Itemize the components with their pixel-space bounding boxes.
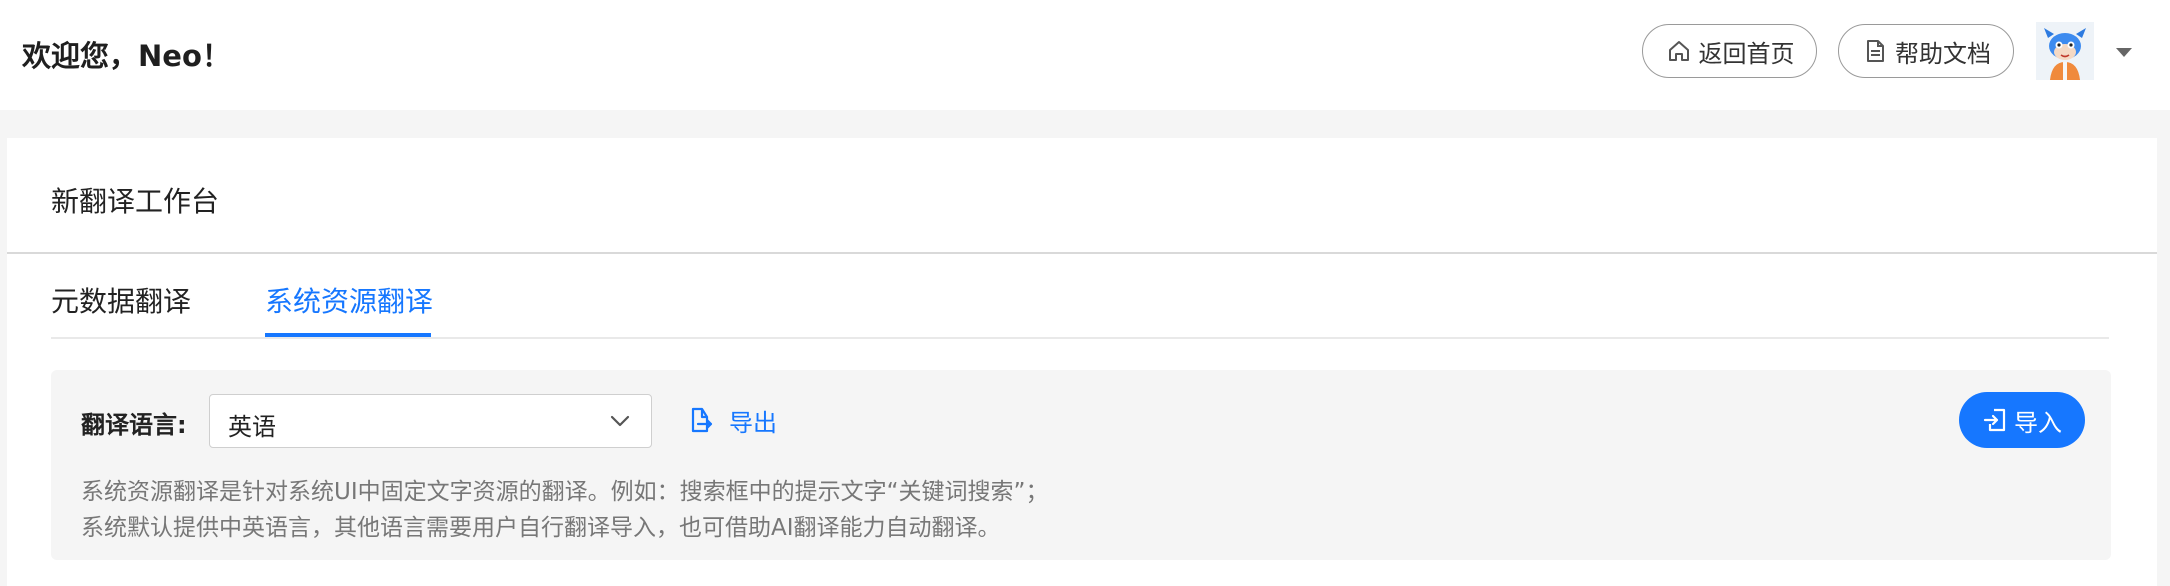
translation-workbench-card: 新翻译工作台 元数据翻译 系统资源翻译 翻译语言: 英语 导出 导入 系统资源翻… [7, 138, 2157, 586]
language-select-value: 英语 [228, 413, 276, 441]
chevron-down-icon [609, 413, 631, 429]
tab-metadata-translation[interactable]: 元数据翻译 [51, 280, 191, 320]
export-button-label: 导出 [729, 408, 777, 437]
active-tab-indicator [265, 333, 431, 337]
home-icon [1665, 37, 1693, 65]
export-button[interactable]: 导出 [685, 402, 777, 438]
tabs-divider [51, 337, 2109, 339]
avatar[interactable] [2036, 22, 2094, 80]
description-line-1: 系统资源翻译是针对系统UI中固定文字资源的翻译。例如：搜索框中的提示文字“关键词… [81, 479, 1049, 505]
page-title: 新翻译工作台 [51, 185, 220, 218]
home-button[interactable]: 返回首页 [1642, 24, 1817, 78]
welcome-message: 欢迎您，Neo！ [22, 39, 231, 73]
language-label: 翻译语言: [81, 411, 187, 439]
help-docs-button[interactable]: 帮助文档 [1838, 24, 2014, 78]
translation-settings-panel: 翻译语言: 英语 导出 导入 系统资源翻译是针对系统UI中固定文字资源的翻译。例… [51, 370, 2111, 560]
top-bar: 欢迎您，Neo！ 返回首页 帮助文档 [0, 0, 2170, 110]
home-button-label: 返回首页 [1698, 39, 1795, 68]
import-button-label: 导入 [2014, 408, 2062, 437]
title-divider [7, 252, 2157, 254]
description-line-2: 系统默认提供中英语言，其他语言需要用户自行翻译导入，也可借助AI翻译能力自动翻译… [81, 515, 1001, 541]
tab-system-resource-translation[interactable]: 系统资源翻译 [265, 280, 433, 320]
language-select[interactable]: 英语 [209, 394, 652, 448]
account-menu-caret-icon[interactable] [2113, 44, 2135, 60]
import-button[interactable]: 导入 [1959, 392, 2085, 448]
help-docs-label: 帮助文档 [1895, 39, 1991, 68]
export-file-icon [685, 405, 715, 435]
import-file-icon [1982, 406, 2010, 434]
document-icon [1861, 37, 1889, 65]
